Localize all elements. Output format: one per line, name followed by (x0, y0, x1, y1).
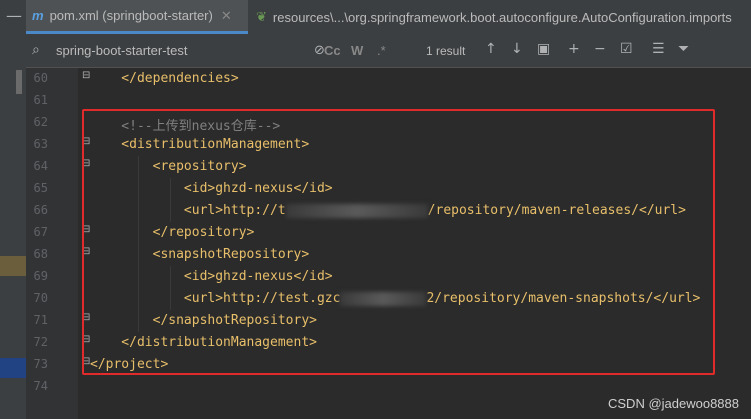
tab-bar: — m pom.xml (springboot-starter) ✕ ❦ res… (0, 0, 751, 35)
line-number: 63 (33, 137, 48, 151)
code-line: </dependencies> (90, 71, 239, 86)
watermark: CSDN @jadewoo8888 (608, 396, 739, 411)
line-number: 74 (33, 379, 48, 393)
arrow-down-icon[interactable]: ↓ (511, 41, 523, 57)
scroll-marker (16, 70, 22, 94)
line-number: 67 (33, 225, 48, 239)
caret-line-marker (0, 358, 26, 378)
filter-icon[interactable]: ⏷ (678, 41, 689, 57)
line-number-gutter: 60 61 62 63 64 65 66 67 68 69 70 71 72 7… (26, 68, 90, 419)
filter-settings-icon[interactable]: ☰ (652, 41, 665, 57)
find-bar: ⌕ spring-boot-starter-test ⊘ Cc W .* 1 r… (26, 34, 751, 68)
line-number: 62 (33, 115, 48, 129)
line-number: 70 (33, 291, 48, 305)
line-number: 65 (33, 181, 48, 195)
tab-label: resources\...\org.springframework.boot.a… (272, 9, 732, 25)
left-tool-strip (0, 34, 26, 419)
search-input[interactable]: spring-boot-starter-test (56, 43, 188, 58)
tab-pom-xml[interactable]: m pom.xml (springboot-starter) ✕ (26, 0, 248, 34)
line-number: 72 (33, 335, 48, 349)
line-number: 66 (33, 203, 48, 217)
line-number: 64 (33, 159, 48, 173)
select-all-occurrences-icon[interactable]: ☑ (620, 41, 633, 57)
remove-occurrence-icon[interactable]: − (594, 41, 606, 57)
line-number: 71 (33, 313, 48, 327)
line-number: 69 (33, 269, 48, 283)
bookmark-marker (0, 256, 26, 276)
add-occurrence-icon[interactable]: + (568, 41, 580, 57)
tab-label: pom.xml (springboot-starter) (49, 8, 213, 23)
m-icon: m (32, 8, 44, 23)
line-number: 73 (33, 357, 48, 371)
line-number: 68 (33, 247, 48, 261)
tab-autoconfiguration-imports[interactable]: ❦ resources\...\org.springframework.boot… (252, 0, 751, 34)
line-number: 61 (33, 93, 48, 107)
whole-words-toggle[interactable]: W (351, 43, 363, 58)
close-icon[interactable]: ✕ (221, 8, 232, 24)
open-in-window-icon[interactable]: ▣ (537, 41, 550, 57)
search-icon[interactable]: ⌕ (32, 42, 40, 58)
line-number: 60 (33, 71, 48, 85)
regex-toggle[interactable]: .* (377, 43, 386, 58)
highlight-box (82, 109, 715, 375)
menu-icon[interactable]: — (6, 6, 22, 25)
result-count: 1 result (426, 44, 466, 58)
leaf-icon: ❦ (256, 9, 267, 24)
arrow-up-icon[interactable]: ↑ (485, 41, 497, 57)
match-case-toggle[interactable]: Cc (324, 43, 341, 58)
